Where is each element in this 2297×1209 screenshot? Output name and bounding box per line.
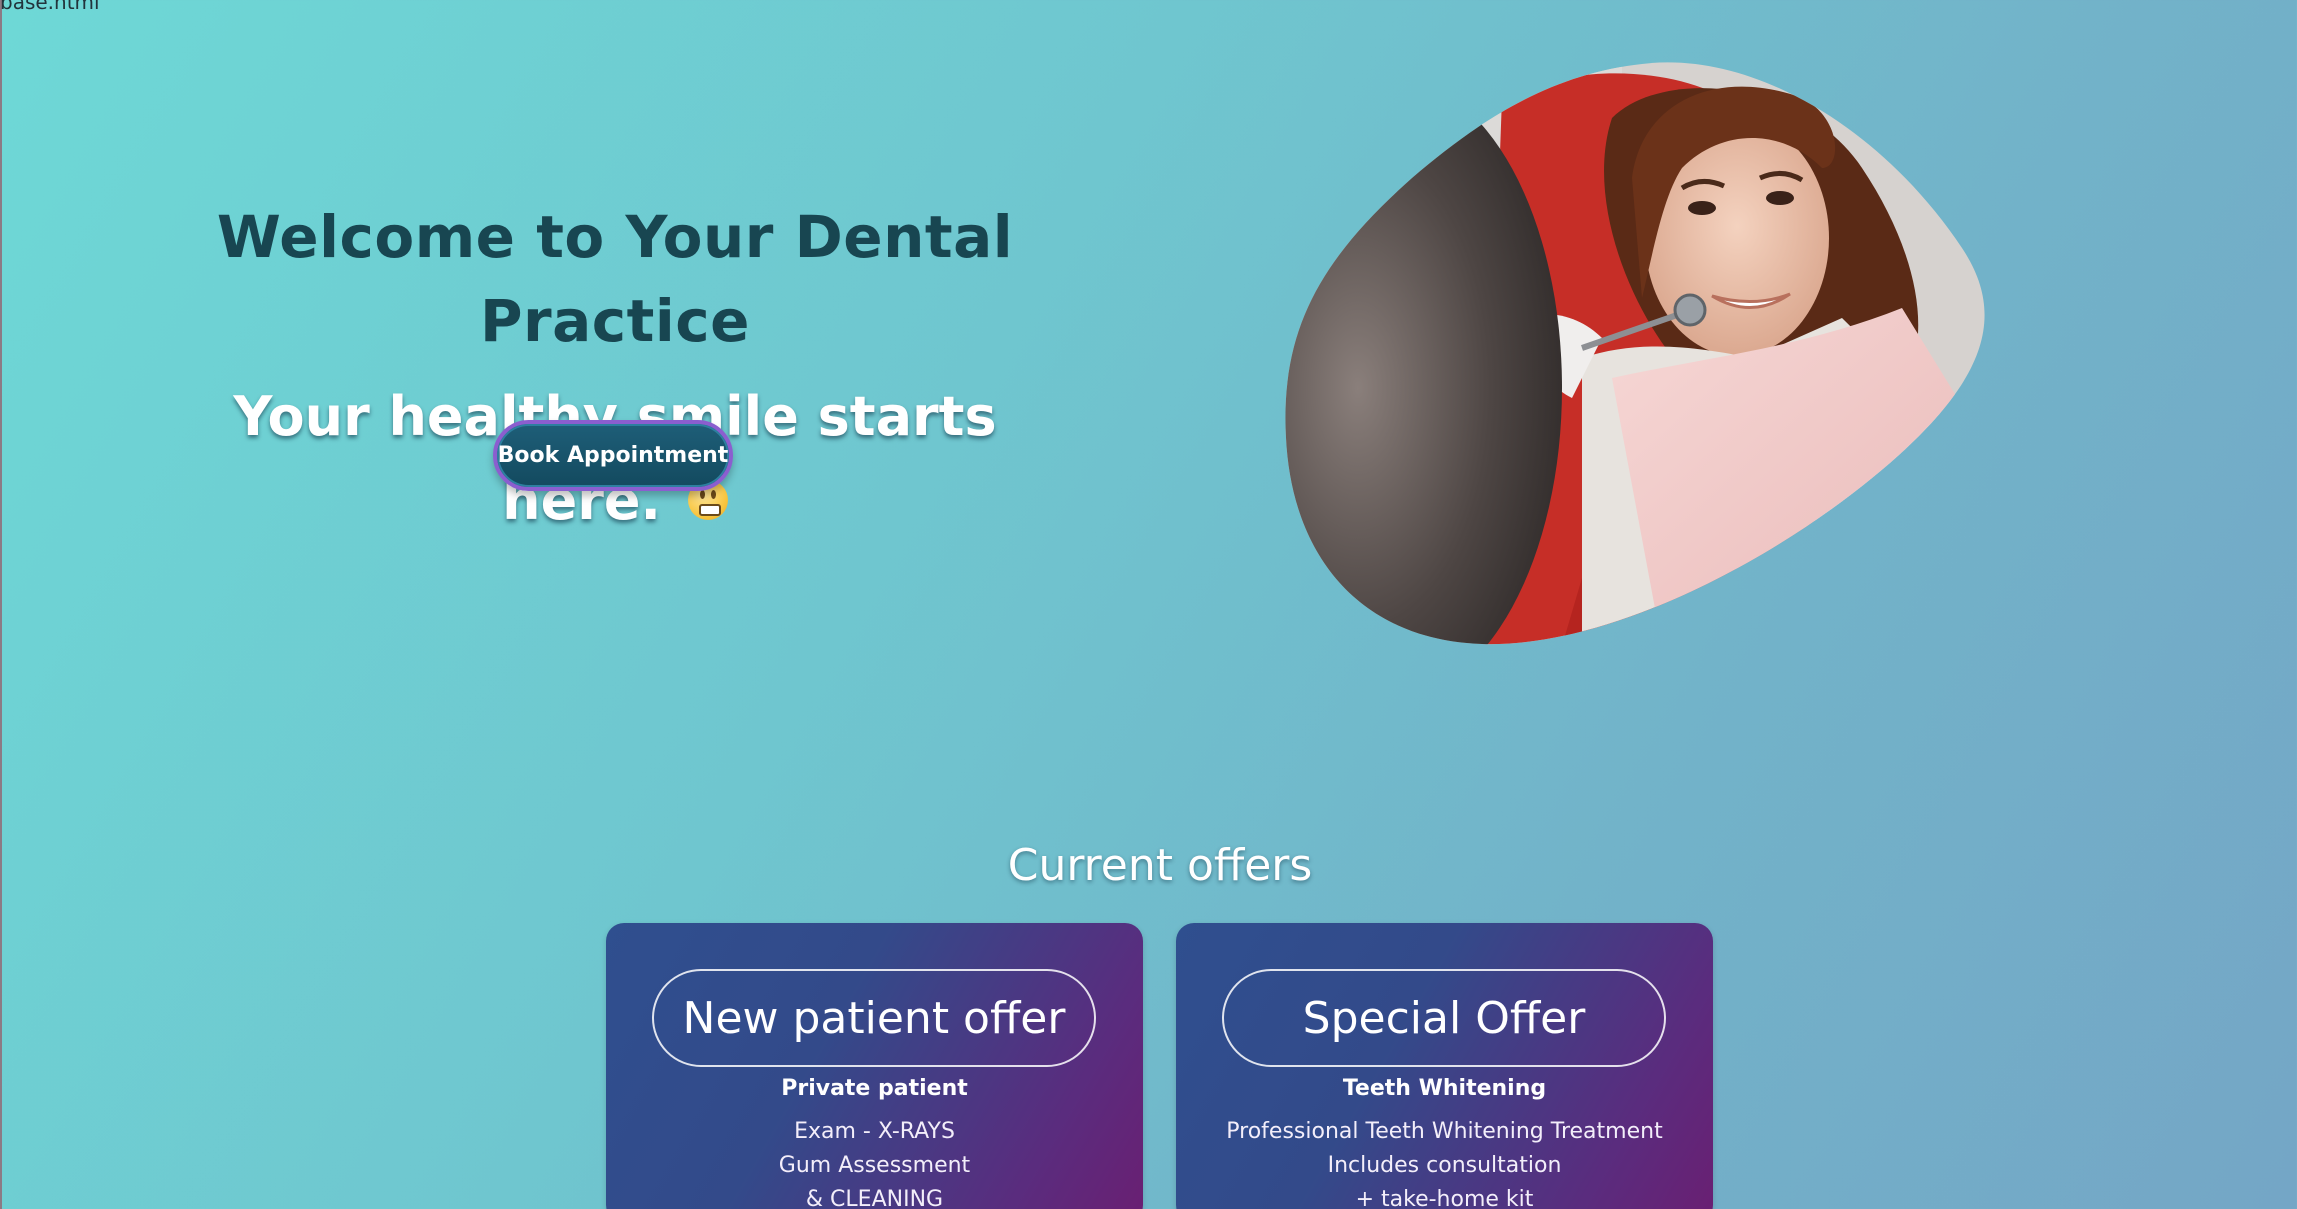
hero-title: Welcome to Your Dental Practice [216,203,1014,355]
offer-card-new-patient: New patient offer Private patient Exam -… [606,923,1143,1209]
window-left-edge [0,0,2,1209]
offer-card-details: Professional Teeth Whitening Treatment I… [1176,1115,1713,1209]
offer-card-title: New patient offer [652,969,1096,1067]
offer-card-special: Special Offer Teeth Whitening Profession… [1176,923,1713,1209]
offer-detail-line: + take-home kit [1355,1187,1534,1209]
patient-at-dentist-photo [1285,62,1985,645]
offers-heading: Current offers [1007,840,1313,891]
book-appointment-button[interactable]: Book Appointment [493,420,733,491]
offer-detail-line: Gum Assessment [778,1153,971,1178]
offer-detail-line: & CLEANING [805,1187,944,1209]
offer-card-subtitle: Teeth Whitening [1342,1076,1547,1101]
offer-detail-line: Includes consultation [1327,1153,1562,1178]
offer-card-subtitle: Private patient [781,1076,968,1101]
offer-card-title: Special Offer [1222,969,1666,1067]
tab-title-fragment: base.html [0,0,100,14]
offer-detail-line: Exam - X-RAYS [794,1119,955,1144]
offer-detail-line: Professional Teeth Whitening Treatment [1226,1119,1663,1144]
offer-card-details: Exam - X-RAYS Gum Assessment & CLEANING [606,1115,1143,1209]
